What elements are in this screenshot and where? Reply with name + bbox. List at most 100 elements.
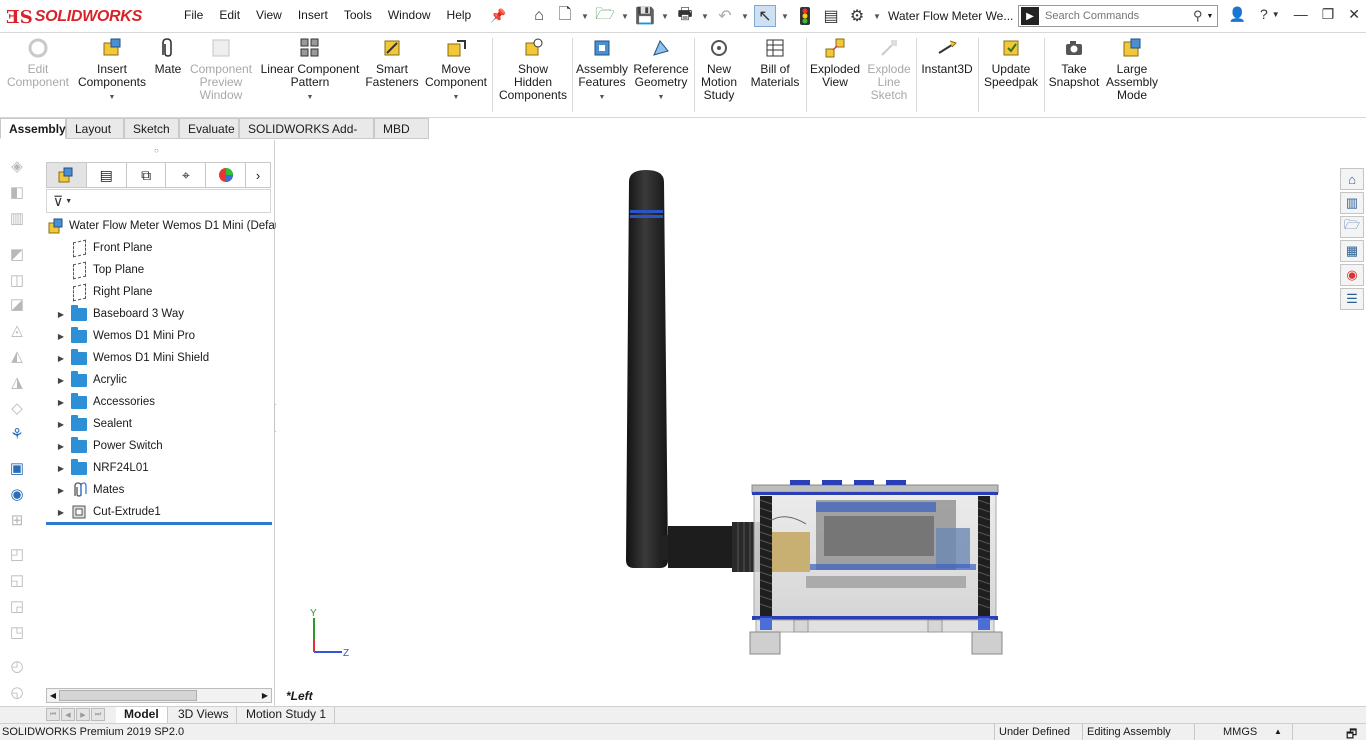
custom-properties-icon[interactable]: ☰ (1340, 288, 1364, 310)
expand-arrow-icon[interactable]: ▶ (52, 376, 70, 385)
extrude-tool-icon[interactable]: ◧ (6, 182, 28, 202)
tree-item-wemos-d1-mini-shield[interactable]: ▶ Wemos D1 Mini Shield (44, 347, 275, 369)
scroll-thumb[interactable] (59, 690, 197, 701)
tree-item-right-plane[interactable]: Right Plane (44, 281, 275, 303)
menu-window[interactable]: Window (380, 8, 439, 22)
tree-item-wemos-d1-mini-pro[interactable]: ▶ Wemos D1 Mini Pro (44, 325, 275, 347)
print-icon[interactable]: 🖶 (674, 5, 696, 27)
expand-arrow-icon[interactable]: ▶ (52, 398, 70, 407)
rib-tool-icon[interactable]: ◬ (6, 320, 28, 340)
menu-edit[interactable]: Edit (211, 8, 248, 22)
rollback-tool-icon[interactable]: ◴ (6, 656, 28, 676)
dimxpert-tab-icon[interactable]: ⌖ (166, 163, 207, 187)
chevron-down-icon[interactable]: ▼ (580, 5, 590, 27)
expand-arrow-icon[interactable]: ▶ (52, 508, 70, 517)
user-account-icon[interactable]: 👤 (1229, 6, 1246, 23)
enclosure-model[interactable] (749, 480, 1003, 655)
linear-component-pattern-button[interactable]: Linear Component Pattern ▼ (258, 36, 362, 104)
new-motion-study-button[interactable]: New Motion Study (696, 36, 742, 102)
next-tab-icon[interactable]: ▶ (76, 708, 90, 721)
filter-icon[interactable]: ⊽ (53, 193, 63, 210)
assembly-tool-icon[interactable]: ⚘ (6, 424, 28, 444)
tree-item-acrylic[interactable]: ▶ Acrylic (44, 369, 275, 391)
menu-view[interactable]: View (248, 8, 290, 22)
tree-item-accessories[interactable]: ▶ Accessories (44, 391, 275, 413)
property-manager-tab-icon[interactable]: ▤ (87, 163, 127, 187)
view-palette-icon[interactable]: ▦ (1340, 240, 1364, 262)
design-library-icon[interactable]: ▥ (1340, 192, 1364, 214)
last-tab-icon[interactable]: ⏭ (91, 708, 105, 721)
mass-props-tool-icon[interactable]: ◲ (6, 596, 28, 616)
menu-tools[interactable]: Tools (336, 8, 380, 22)
expand-arrow-icon[interactable]: ▶ (52, 310, 70, 319)
chevron-up-icon[interactable]: ▲ (1274, 727, 1282, 736)
explode-line-sketch-button[interactable]: Explode Line Sketch (864, 36, 914, 102)
component-tool-icon[interactable]: ▣ (6, 458, 28, 478)
antenna-model[interactable] (626, 170, 668, 568)
chevron-down-icon[interactable]: ▼ (1207, 13, 1214, 20)
insert-components-button[interactable]: Insert Components ▼ (74, 36, 150, 104)
file-explorer-icon[interactable]: 🗁 (1340, 216, 1364, 238)
chevron-down-icon[interactable]: ▼ (620, 5, 630, 27)
feature-tree-tab-icon[interactable] (47, 163, 87, 187)
tree-item-cut-extrude1[interactable]: ▶ Cut-Extrude1 (44, 501, 275, 523)
first-tab-icon[interactable]: ⏮ (46, 708, 60, 721)
prev-tab-icon[interactable]: ◀ (61, 708, 75, 721)
new-document-icon[interactable]: 🗋 (554, 5, 576, 27)
component-preview-window-button[interactable]: Component Preview Window (186, 36, 256, 102)
expand-arrow-icon[interactable]: ▶ (52, 420, 70, 429)
tab-assembly[interactable]: Assembly (0, 118, 66, 139)
select-cursor-icon[interactable]: ↖ (754, 5, 776, 27)
expand-arrow-icon[interactable]: ▶ (52, 442, 70, 451)
scroll-left-icon[interactable]: ◀ (47, 689, 59, 702)
expand-arrow-icon[interactable]: ▶ (52, 464, 70, 473)
measure-tool-icon[interactable]: ◱ (6, 570, 28, 590)
reference-geometry-button[interactable]: Reference Geometry ▼ (630, 36, 692, 104)
instant3d-button[interactable]: Instant3D (918, 36, 976, 76)
menu-file[interactable]: File (176, 8, 211, 22)
pattern-tool-icon[interactable]: ◇ (6, 398, 28, 418)
fillet-tool-icon[interactable]: ◩ (6, 244, 28, 264)
graphics-area[interactable]: ⊕ ⊞ ↺ ◧ ✎ ◈ ▼ ▣ ▼ ◐ ▼ ● ◉ ▼ ▭ ▼ ◧ ◨ — ❐ … (276, 140, 1340, 706)
mate-button[interactable]: Mate (150, 36, 186, 76)
file-properties-icon[interactable]: ▤ (820, 5, 842, 27)
expand-arrow-icon[interactable]: ▶ (52, 332, 70, 341)
chevron-down-icon[interactable]: ▼ (65, 198, 72, 205)
chamfer-tool-icon[interactable]: ◫ (6, 270, 28, 290)
menu-help[interactable]: Help (439, 8, 480, 22)
search-commands-box[interactable]: ▶ ⚲ ▼ (1018, 5, 1218, 27)
chevron-down-icon[interactable]: ▼ (599, 91, 606, 104)
edit-component-button[interactable]: Edit Component (6, 36, 70, 89)
appearances-icon[interactable]: ◉ (1340, 264, 1364, 286)
assembly-features-button[interactable]: Assembly Features ▼ (574, 36, 630, 104)
tab-motion-study-1[interactable]: Motion Study 1 (238, 707, 336, 723)
mate-tool-icon[interactable]: ◉ (6, 484, 28, 504)
interference-tool-icon[interactable]: ⊞ (6, 510, 28, 530)
scroll-right-icon[interactable]: ▶ (259, 689, 271, 702)
menu-insert[interactable]: Insert (290, 8, 336, 22)
tree-item-sealent[interactable]: ▶ Sealent (44, 413, 275, 435)
shell-tool-icon[interactable]: ◪ (6, 294, 28, 314)
open-folder-icon[interactable]: 🗁 (594, 5, 616, 27)
pin-icon[interactable]: 📌 (490, 8, 506, 24)
configuration-manager-tab-icon[interactable]: ⧉ (127, 163, 167, 187)
restore-icon[interactable]: ❐ (1322, 6, 1335, 23)
chevron-down-icon[interactable]: ▼ (780, 5, 790, 27)
take-snapshot-button[interactable]: Take Snapshot (1046, 36, 1102, 89)
rebuild-traffic-light-icon[interactable] (794, 5, 816, 27)
horizontal-scrollbar[interactable]: ◀ ▶ (46, 688, 272, 703)
search-icon[interactable]: ⚲ (1193, 8, 1203, 24)
rollback-bar[interactable] (46, 522, 272, 525)
tree-filter[interactable]: ⊽ ▼ (46, 189, 271, 213)
chevron-down-icon[interactable]: ▼ (740, 5, 750, 27)
tree-root-assembly[interactable]: Water Flow Meter Wemos D1 Mini (Defaul (44, 215, 284, 237)
chevron-down-icon[interactable]: ▼ (872, 5, 882, 27)
chevron-right-icon[interactable]: › (246, 163, 270, 187)
large-assembly-mode-button[interactable]: Large Assembly Mode (1102, 36, 1162, 102)
bill-of-materials-button[interactable]: Bill of Materials (746, 36, 804, 89)
cut-tool-icon[interactable]: ▥ (6, 208, 28, 228)
tab-sketch[interactable]: Sketch (124, 118, 179, 139)
display-tool-icon[interactable]: ◵ (6, 682, 28, 702)
close-icon[interactable]: ✕ (1348, 6, 1360, 23)
tree-item-mates[interactable]: ▶ Mates (44, 479, 275, 501)
